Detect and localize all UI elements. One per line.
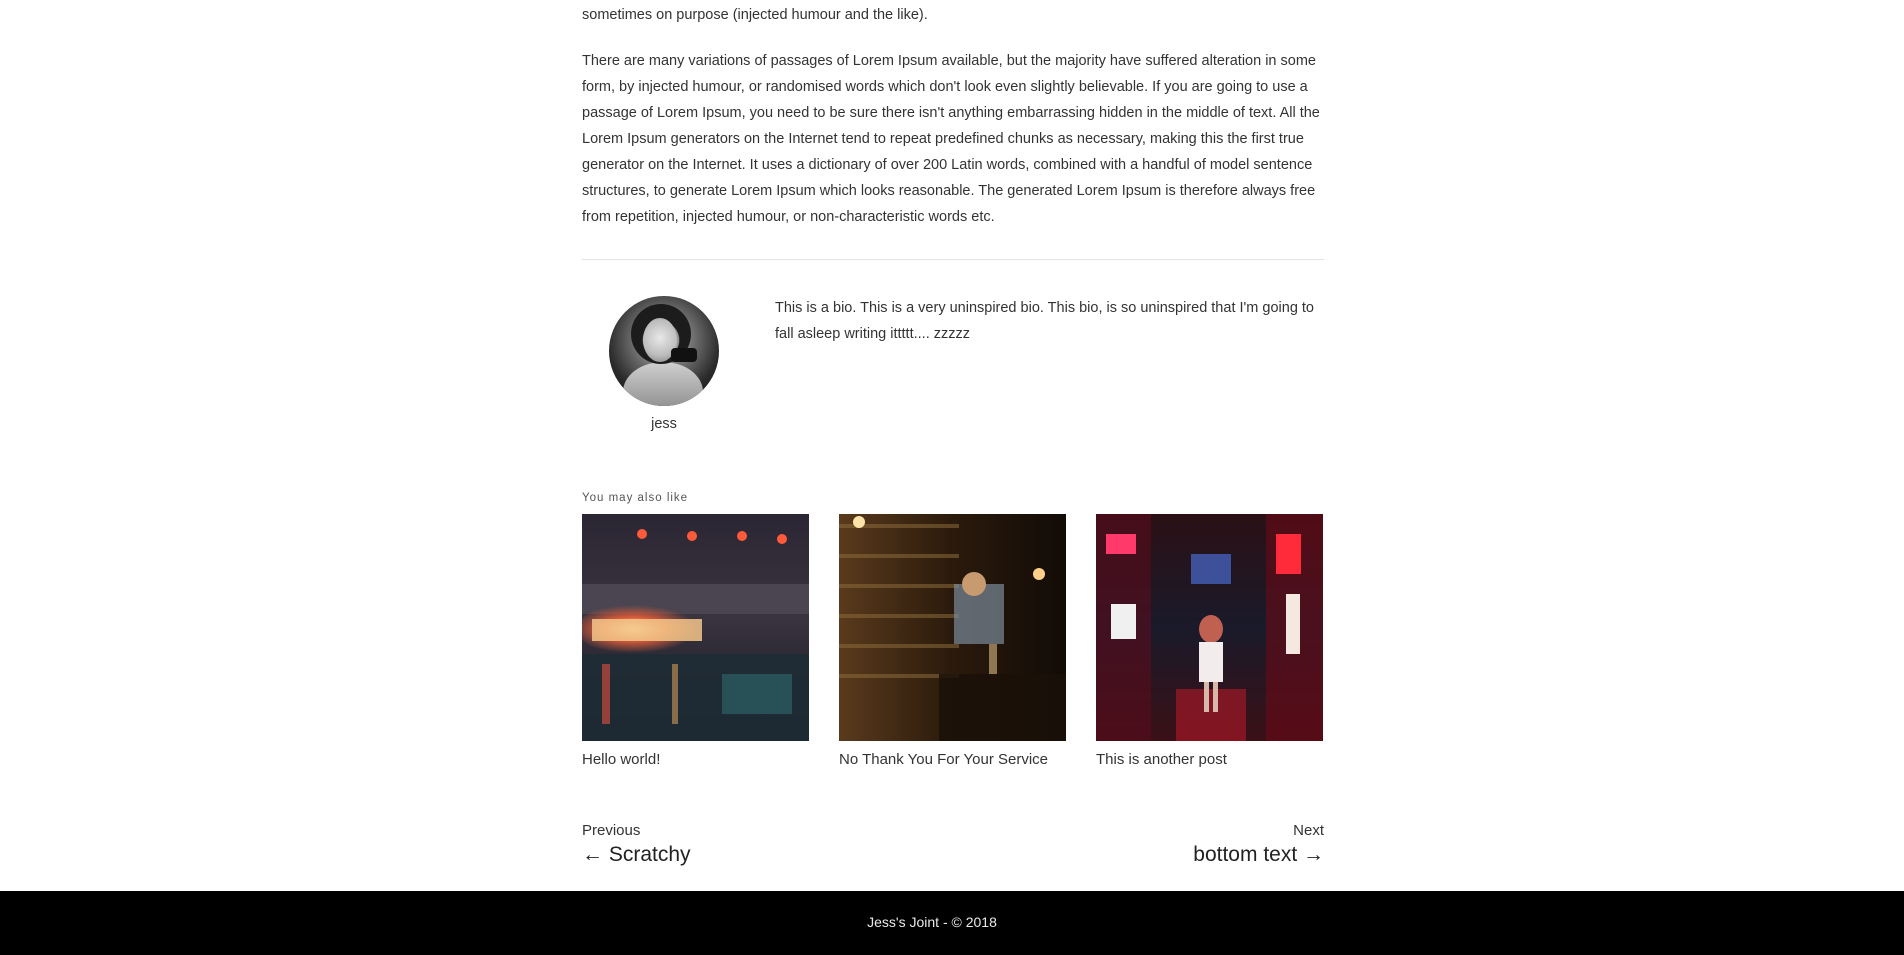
post-thumbnail-image[interactable] bbox=[839, 514, 1066, 741]
previous-label: Previous bbox=[582, 822, 641, 839]
related-post-card[interactable]: This is another post bbox=[1096, 514, 1323, 768]
related-post-title[interactable]: Hello world! bbox=[582, 751, 809, 768]
related-post-card[interactable]: Hello world! bbox=[582, 514, 809, 768]
footer-copyright: Jess's Joint - © 2018 bbox=[867, 914, 997, 930]
related-post-title[interactable]: No Thank You For Your Service bbox=[839, 751, 1066, 768]
camera-icon bbox=[671, 348, 697, 362]
next-post-link[interactable]: Next bottom text → bbox=[1193, 822, 1324, 867]
article-paragraph: There are many variations of passages of… bbox=[582, 53, 1320, 225]
article-paragraph: sometimes on purpose (injected humour an… bbox=[582, 7, 928, 23]
related-posts: Hello world! No Thank You For Your Servi… bbox=[582, 514, 1324, 774]
post-navigation: Previous ← Scratchy Next bottom text → bbox=[582, 822, 1324, 882]
author-box: jess This is a bio. This is a very unins… bbox=[582, 295, 1324, 435]
author-avatar[interactable] bbox=[609, 296, 719, 406]
divider bbox=[582, 259, 1324, 260]
author-bio: This is a bio. This is a very uninspired… bbox=[775, 300, 1314, 342]
related-post-card[interactable]: No Thank You For Your Service bbox=[839, 514, 1066, 768]
related-posts-heading: You may also like bbox=[582, 492, 689, 504]
post-thumbnail-image[interactable] bbox=[582, 514, 809, 741]
page: sometimes on purpose (injected humour an… bbox=[0, 0, 1904, 955]
previous-post-title[interactable]: ← Scratchy bbox=[582, 843, 691, 867]
previous-post-link[interactable]: Previous ← Scratchy bbox=[582, 822, 691, 867]
avatar-shoulder bbox=[623, 362, 703, 406]
post-thumbnail-image[interactable] bbox=[1096, 514, 1323, 741]
next-post-title[interactable]: bottom text → bbox=[1193, 843, 1324, 867]
related-post-title[interactable]: This is another post bbox=[1096, 751, 1323, 768]
author-name[interactable]: jess bbox=[609, 416, 719, 432]
next-label: Next bbox=[1293, 822, 1324, 839]
site-footer: Jess's Joint - © 2018 bbox=[0, 891, 1904, 955]
